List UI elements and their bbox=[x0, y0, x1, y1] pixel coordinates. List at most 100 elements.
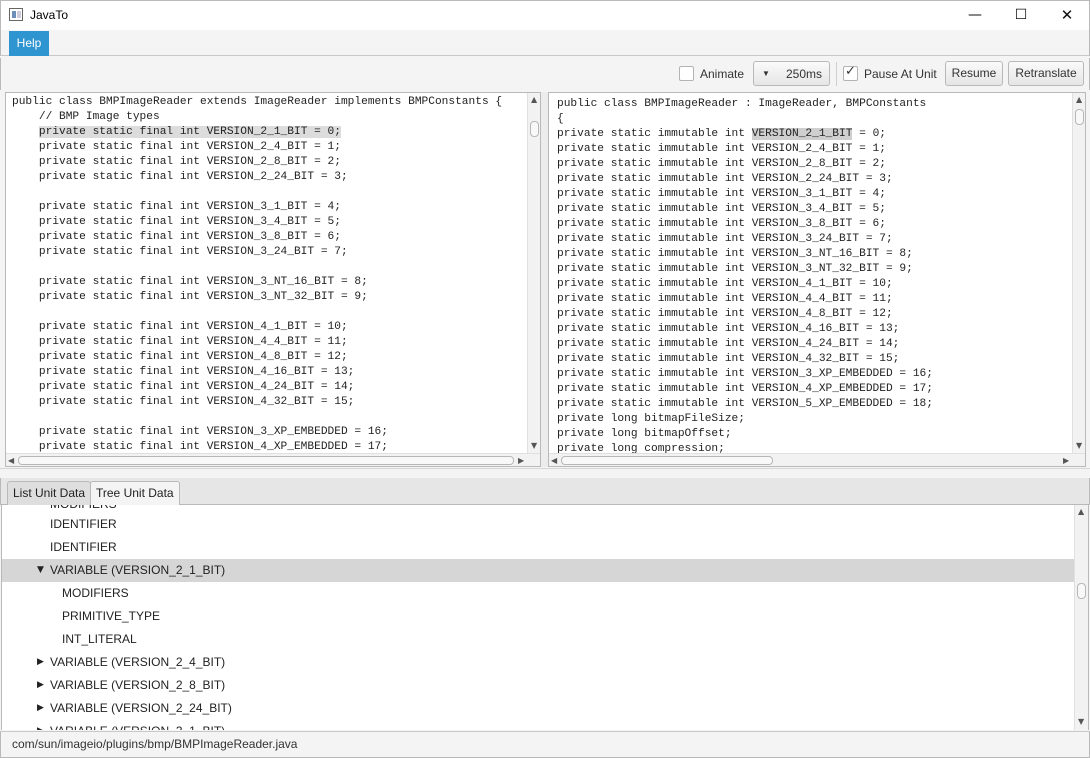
code-line: { bbox=[557, 113, 564, 125]
tab-tree-unit-data[interactable]: Tree Unit Data bbox=[90, 481, 180, 505]
highlighted-code: private static final int VERSION_2_1_BIT… bbox=[38, 126, 341, 138]
menu-help[interactable]: Help bbox=[9, 31, 49, 56]
app-icon bbox=[9, 8, 23, 21]
code-line: public class BMPImageReader extends Imag… bbox=[12, 96, 503, 108]
d-output-pane[interactable]: public class BMPImageReader : ImageReade… bbox=[548, 92, 1086, 467]
java-source-code: public class BMPImageReader extends Imag… bbox=[12, 95, 502, 455]
status-file-path: com/sun/imageio/plugins/bmp/BMPImageRead… bbox=[12, 737, 298, 751]
speed-value: 250ms bbox=[786, 67, 823, 81]
collapsed-arrow-icon[interactable]: ▶ bbox=[37, 651, 44, 674]
scroll-down-icon[interactable]: ▼ bbox=[531, 441, 537, 450]
minimize-button[interactable]: — bbox=[952, 0, 998, 30]
right-horizontal-scrollbar[interactable]: ◀ ▶ bbox=[549, 453, 1085, 466]
tree-item[interactable]: IDENTIFIER bbox=[2, 536, 1075, 559]
chevron-down-icon: ▼ bbox=[762, 69, 770, 78]
code-line: private static final int VERSION_3_24_BI… bbox=[12, 246, 348, 258]
resume-button[interactable]: Resume bbox=[945, 61, 1003, 86]
code-line: private static final int VERSION_2_8_BIT… bbox=[12, 156, 341, 168]
scroll-right-icon[interactable]: ▶ bbox=[518, 456, 524, 465]
code-line: private static immutable int VERSION_4_X… bbox=[557, 383, 933, 395]
tree-item[interactable]: ▶VARIABLE (VERSION_3_1_BIT) bbox=[2, 720, 1075, 730]
code-line: private static immutable int VERSION_4_2… bbox=[557, 338, 900, 350]
tree-item[interactable]: ▶ VARIABLE (VERSION_2_8_BIT) bbox=[2, 674, 1075, 697]
scroll-up-icon[interactable]: ▲ bbox=[1076, 95, 1082, 104]
code-line: private static final int VERSION_3_8_BIT… bbox=[12, 231, 341, 243]
code-line: private static immutable int VERSION_3_N… bbox=[557, 263, 913, 275]
scroll-thumb[interactable] bbox=[561, 456, 773, 465]
maximize-button[interactable]: ☐ bbox=[998, 0, 1044, 30]
code-line: private static final int VERSION_3_NT_16… bbox=[12, 276, 368, 288]
checkmark-icon: ✓ bbox=[845, 64, 856, 79]
scroll-down-icon[interactable]: ▼ bbox=[1076, 441, 1082, 450]
code-line: private static immutable int VERSION_3_X… bbox=[557, 368, 933, 380]
collapsed-arrow-icon[interactable]: ▶ bbox=[37, 674, 44, 697]
code-line: private static final int VERSION_3_1_BIT… bbox=[12, 201, 341, 213]
collapsed-arrow-icon[interactable]: ▶ bbox=[37, 720, 44, 730]
scroll-up-icon[interactable]: ▲ bbox=[1078, 507, 1084, 516]
code-line: private static final int VERSION_4_32_BI… bbox=[12, 396, 355, 408]
left-vertical-scrollbar[interactable]: ▲ ▼ bbox=[527, 93, 540, 453]
code-line: public class BMPImageReader : ImageReade… bbox=[557, 98, 927, 110]
tree-item[interactable]: INT_LITERAL bbox=[2, 628, 1075, 651]
menu-bar bbox=[0, 30, 1090, 56]
java-source-pane[interactable]: public class BMPImageReader extends Imag… bbox=[5, 92, 541, 467]
collapsed-arrow-icon[interactable]: ▶ bbox=[37, 697, 44, 720]
code-line: private static immutable int VERSION_4_1… bbox=[557, 278, 893, 290]
code-line: private static immutable int VERSION_4_1… bbox=[557, 323, 900, 335]
code-line: private static immutable int VERSION_4_8… bbox=[557, 308, 893, 320]
code-line: private static final int VERSION_2_24_BI… bbox=[12, 171, 348, 183]
scroll-left-icon[interactable]: ◀ bbox=[8, 456, 14, 465]
code-line: ​ bbox=[12, 185, 502, 200]
retranslate-button[interactable]: Retranslate bbox=[1008, 61, 1084, 86]
horizontal-split-divider[interactable] bbox=[0, 468, 1090, 478]
expanded-arrow-icon[interactable]: ▼ bbox=[37, 559, 44, 582]
pane-divider[interactable] bbox=[541, 92, 548, 467]
code-line: ​ bbox=[12, 410, 502, 425]
animate-label: Animate bbox=[700, 67, 745, 81]
code-line: private long bitmapFileSize; bbox=[557, 413, 745, 425]
code-line: private static immutable int VERSION_3_1… bbox=[557, 188, 886, 200]
tree-item[interactable]: MODIFIERS bbox=[2, 582, 1075, 605]
code-line: private static final int VERSION_2_4_BIT… bbox=[12, 141, 341, 153]
code-line: ​ bbox=[12, 305, 502, 320]
scroll-down-icon[interactable]: ▼ bbox=[1078, 717, 1084, 726]
tree-item[interactable]: ▶ VARIABLE (VERSION_2_4_BIT) bbox=[2, 651, 1075, 674]
animate-checkbox[interactable] bbox=[679, 66, 694, 81]
code-line: private static immutable int VERSION_3_N… bbox=[557, 248, 913, 260]
scroll-right-icon[interactable]: ▶ bbox=[1063, 456, 1069, 465]
left-horizontal-scrollbar[interactable]: ◀ ▶ bbox=[6, 453, 540, 466]
scroll-left-icon[interactable]: ◀ bbox=[551, 456, 557, 465]
tree-item[interactable]: IDENTIFIER bbox=[2, 513, 1075, 536]
close-button[interactable]: ✕ bbox=[1044, 0, 1090, 30]
scroll-thumb[interactable] bbox=[530, 121, 539, 137]
tree-item-selected[interactable]: ▼ VARIABLE (VERSION_2_1_BIT) bbox=[2, 559, 1075, 582]
tree-view[interactable]: MODIFIERS IDENTIFIER IDENTIFIER ▼VARIABL… bbox=[1, 505, 1089, 730]
right-vertical-scrollbar[interactable]: ▲ ▼ bbox=[1072, 93, 1085, 453]
code-line: private static immutable int VERSION_2_4… bbox=[557, 143, 886, 155]
d-output-code: public class BMPImageReader : ImageReade… bbox=[557, 97, 933, 457]
pause-at-unit-label: Pause At Unit bbox=[864, 67, 937, 81]
toolbar-separator bbox=[836, 62, 837, 86]
code-line: private static final int VERSION_3_XP_EM… bbox=[12, 426, 388, 438]
code-line: private static final int VERSION_4_1_BIT… bbox=[12, 321, 348, 333]
window-title: JavaTo bbox=[30, 8, 69, 22]
code-line: private static immutable int VERSION_4_3… bbox=[557, 353, 900, 365]
tab-list-unit-data[interactable]: List Unit Data bbox=[7, 481, 92, 505]
code-line: private static final int VERSION_4_16_BI… bbox=[12, 366, 355, 378]
scroll-up-icon[interactable]: ▲ bbox=[531, 95, 537, 104]
code-line: private static immutable int VERSION_3_4… bbox=[557, 203, 886, 215]
scroll-thumb[interactable] bbox=[1075, 109, 1084, 125]
code-line: private static final int VERSION_3_NT_32… bbox=[12, 291, 368, 303]
code-line-highlighted: private static immutable int VERSION_2_1… bbox=[557, 128, 886, 140]
scroll-thumb[interactable] bbox=[1077, 583, 1086, 599]
scroll-thumb[interactable] bbox=[18, 456, 514, 465]
tree-item[interactable]: ▶ VARIABLE (VERSION_2_24_BIT) bbox=[2, 697, 1075, 720]
code-line: private long bitmapOffset; bbox=[557, 428, 732, 440]
code-line: // BMP Image types bbox=[12, 111, 160, 123]
tree-vertical-scrollbar[interactable]: ▲ ▼ bbox=[1074, 505, 1088, 730]
tree-item[interactable]: PRIMITIVE_TYPE bbox=[2, 605, 1075, 628]
code-line: private static immutable int VERSION_5_X… bbox=[557, 398, 933, 410]
code-line: private static immutable int VERSION_2_2… bbox=[557, 173, 893, 185]
highlighted-token: VERSION_2_1_BIT bbox=[751, 128, 853, 140]
code-line: private static final int VERSION_4_8_BIT… bbox=[12, 351, 348, 363]
